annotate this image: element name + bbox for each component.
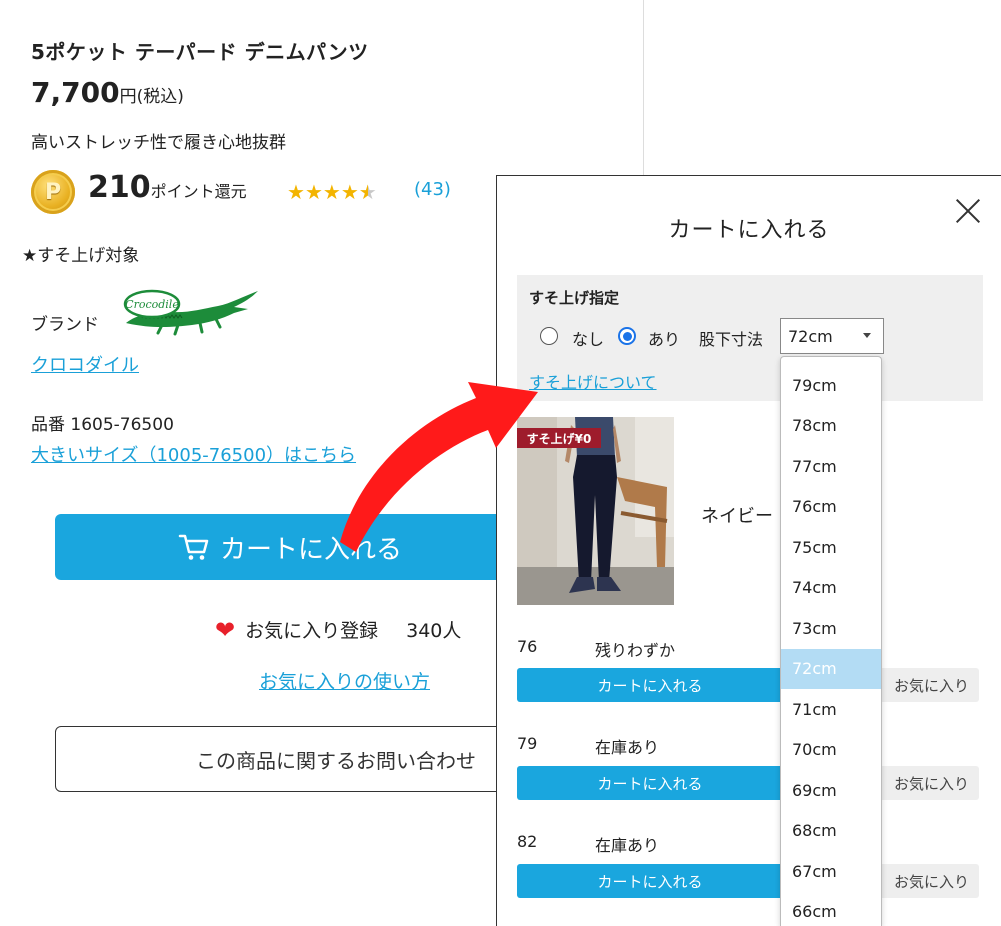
inseam-option[interactable]: 67cm [781, 851, 881, 892]
size-favorite-button[interactable]: お気に入り [872, 668, 979, 702]
favorite-howto-link[interactable]: お気に入りの使い方 [259, 667, 430, 694]
hem-about-link[interactable]: すそ上げについて [529, 369, 657, 393]
size-cart-button[interactable]: カートに入れる [517, 766, 783, 800]
inseam-select[interactable]: 72cm [780, 318, 884, 354]
inseam-option[interactable]: 74cm [781, 568, 881, 609]
inseam-option[interactable]: 77cm [781, 446, 881, 487]
brand-link[interactable]: クロコダイル [31, 351, 139, 377]
column-divider [643, 0, 644, 175]
cart-icon [178, 534, 209, 560]
inseam-option[interactable]: 71cm [781, 689, 881, 730]
inseam-option-selected[interactable]: 72cm [781, 648, 881, 689]
size-value: 79 [517, 734, 538, 753]
brand-logo-text: Crocodile [125, 298, 179, 311]
star-icon: ★ [304, 180, 323, 204]
inseam-dropdown-list[interactable]: 79cm 78cm 77cm 76cm 75cm 74cm 73cm 72cm … [780, 356, 882, 926]
inseam-option[interactable]: 70cm [781, 730, 881, 771]
size-value: 82 [517, 832, 538, 851]
hem-option-none-radio[interactable] [540, 327, 558, 345]
size-cart-button[interactable]: カートに入れる [517, 668, 783, 702]
product-title: 5ポケット テーパード デニムパンツ [31, 40, 369, 64]
stock-status: 在庫あり [595, 738, 660, 757]
price-value: 7,700 [31, 76, 120, 109]
caret-down-icon [863, 333, 871, 338]
inseam-option[interactable]: 76cm [781, 487, 881, 528]
inseam-label: 股下寸法 [699, 330, 764, 349]
hem-option-none-label: なし [572, 330, 605, 349]
hem-option-yes-radio[interactable] [618, 327, 636, 345]
hem-target-label: ★すそ上げ対象 [22, 246, 140, 266]
add-to-cart-modal: カートに入れる すそ上げ指定 なし あり 股下寸法 72cm すそ上げについて … [496, 175, 1001, 926]
inquiry-button[interactable]: この商品に関するお問い合わせ [55, 726, 525, 792]
close-icon[interactable] [955, 198, 981, 224]
hem-settings-title: すそ上げ指定 [529, 289, 620, 307]
rating-stars-icon[interactable]: ★★★★★ [287, 180, 377, 204]
stock-status: 残りわずか [595, 641, 676, 660]
inseam-option[interactable]: 79cm [781, 365, 881, 406]
modal-title: カートに入れる [668, 218, 830, 243]
half-star-icon: ★ [358, 180, 377, 204]
inseam-option[interactable]: 75cm [781, 527, 881, 568]
brand-label: ブランド [31, 315, 99, 335]
catch-copy: 高いストレッチ性で履き心地抜群 [31, 133, 286, 153]
inseam-option[interactable]: 78cm [781, 406, 881, 447]
inseam-option[interactable]: 69cm [781, 770, 881, 811]
point-coin-letter: P [44, 179, 62, 205]
point-coin-icon: P [31, 170, 75, 214]
favorite-count: 340人 [406, 620, 462, 642]
points: 210ポイント還元 [88, 170, 247, 205]
review-count-link[interactable]: (43) [414, 179, 451, 200]
item-number: 品番 1605-76500 [31, 415, 174, 435]
brand-logo-crocodile[interactable]: Crocodile [122, 285, 262, 337]
heart-icon: ❤ [215, 615, 236, 644]
favorite-register[interactable]: ❤ お気に入り登録 340人 [215, 616, 461, 643]
inseam-option[interactable]: 66cm [781, 892, 881, 926]
inseam-option[interactable]: 73cm [781, 608, 881, 649]
size-favorite-button[interactable]: お気に入り [872, 864, 979, 898]
size-favorite-button[interactable]: お気に入り [872, 766, 979, 800]
star-icon: ★ [340, 180, 359, 204]
inseam-select-value: 72cm [788, 326, 833, 346]
add-to-cart-label: カートに入れる [219, 534, 402, 565]
hem-free-badge: すそ上げ¥0 [517, 428, 601, 448]
hem-settings-panel: すそ上げ指定 なし あり 股下寸法 72cm すそ上げについて [517, 275, 983, 401]
price-unit: 円(税込) [119, 87, 184, 107]
inquiry-label: この商品に関するお問い合わせ [196, 748, 476, 773]
star-icon: ★ [322, 180, 341, 204]
add-to-cart-button[interactable]: カートに入れる [55, 514, 525, 580]
color-name: ネイビー [701, 506, 773, 527]
points-text: ポイント還元 [150, 182, 247, 201]
stock-status: 在庫あり [595, 836, 660, 855]
hem-option-yes-label: あり [648, 330, 681, 349]
big-size-link[interactable]: 大きいサイズ（1005-76500）はこちら [31, 441, 356, 467]
size-value: 76 [517, 637, 538, 656]
price: 7,700円(税込) [31, 76, 184, 109]
inseam-option[interactable]: 68cm [781, 811, 881, 852]
favorite-label: お気に入り登録 [245, 620, 379, 642]
points-value: 210 [88, 170, 151, 205]
size-cart-button[interactable]: カートに入れる [517, 864, 783, 898]
star-icon: ★ [287, 180, 305, 204]
